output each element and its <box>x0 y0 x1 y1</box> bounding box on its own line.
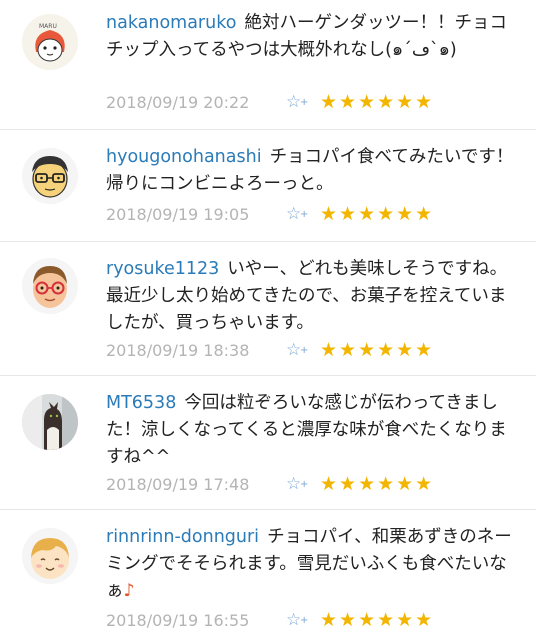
username-link[interactable]: nakanomaruko <box>106 13 236 33</box>
glasses-man-icon[interactable] <box>22 148 78 204</box>
comment-item: ryosuke1123 いやー、どれも美味しそうですね。最近少し太り始めてきたので… <box>0 242 536 376</box>
comment-body: nakanomaruko 絶対ハーゲンダッツー！！チョコチップ入ってるやつは大概外… <box>106 10 518 64</box>
rating-stars: ★★★★★★ <box>320 609 435 631</box>
comment-date: 2018/09/19 20:22 <box>106 92 250 112</box>
smiling-face-icon[interactable] <box>22 528 78 584</box>
comment-body: ryosuke1123 いやー、どれも美味しそうですね。最近少し太り始めてきたので… <box>106 256 518 337</box>
star-outline-plus-icon[interactable]: ☆ + <box>286 92 320 112</box>
comment-item: rinnrinn-donnguri チョコパイ、和栗あずきのネーミングでそそられま… <box>0 510 536 640</box>
red-glasses-man-icon[interactable] <box>22 258 78 314</box>
comment-meta: 2018/09/19 19:05 ☆ + ★★★★★★ <box>106 202 434 226</box>
rating-stars: ★★★★★★ <box>320 339 435 361</box>
username-link[interactable]: ryosuke1123 <box>106 259 219 279</box>
comment-body: hyougonohanashi チョコパイ食べてみたいです！帰りにコンビニよろーっ… <box>106 144 518 198</box>
cat-photo-icon[interactable] <box>22 394 78 450</box>
rating-stars: ★★★★★★ <box>320 91 435 113</box>
comment-meta: 2018/09/19 16:55 ☆ + ★★★★★★ <box>106 608 434 632</box>
rating-stars: ★★★★★★ <box>320 473 435 495</box>
comment-date: 2018/09/19 19:05 <box>106 204 250 224</box>
rating-stars: ★★★★★★ <box>320 203 435 225</box>
username-link[interactable]: rinnrinn-donnguri <box>106 527 259 547</box>
comment-item: MARU nakanomaruko 絶対ハーゲンダッツー！！チョコチップ入ってるや… <box>0 0 536 130</box>
star-outline-plus-icon[interactable]: ☆ + <box>286 340 320 360</box>
comment-body: rinnrinn-donnguri チョコパイ、和栗あずきのネーミングでそそられま… <box>106 524 518 605</box>
comment-item: MT6538 今回は粒ぞろいな感じが伝わってきました！涼しくなってくると濃厚な味が… <box>0 376 536 510</box>
comment-meta: 2018/09/19 20:22 ☆ + ★★★★★★ <box>106 90 434 114</box>
music-note-icon: ♪ <box>123 581 135 601</box>
username-link[interactable]: hyougonohanashi <box>106 147 262 167</box>
star-outline-plus-icon[interactable]: ☆ + <box>286 610 320 630</box>
star-outline-plus-icon[interactable]: ☆ + <box>286 474 320 494</box>
comment-item: hyougonohanashi チョコパイ食べてみたいです！帰りにコンビニよろーっ… <box>0 130 536 242</box>
comment-date: 2018/09/19 18:38 <box>106 340 250 360</box>
comment-date: 2018/09/19 16:55 <box>106 610 250 630</box>
comment-body: MT6538 今回は粒ぞろいな感じが伝わってきました！涼しくなってくると濃厚な味が… <box>106 390 518 471</box>
comment-date: 2018/09/19 17:48 <box>106 474 250 494</box>
username-link[interactable]: MT6538 <box>106 393 176 413</box>
maru-character-icon[interactable]: MARU <box>22 14 78 70</box>
comment-list: MARU nakanomaruko 絶対ハーゲンダッツー！！チョコチップ入ってるや… <box>0 0 536 640</box>
svg-text:MARU: MARU <box>39 23 57 30</box>
star-outline-plus-icon[interactable]: ☆ + <box>286 204 320 224</box>
comment-meta: 2018/09/19 17:48 ☆ + ★★★★★★ <box>106 472 434 496</box>
comment-meta: 2018/09/19 18:38 ☆ + ★★★★★★ <box>106 338 434 362</box>
